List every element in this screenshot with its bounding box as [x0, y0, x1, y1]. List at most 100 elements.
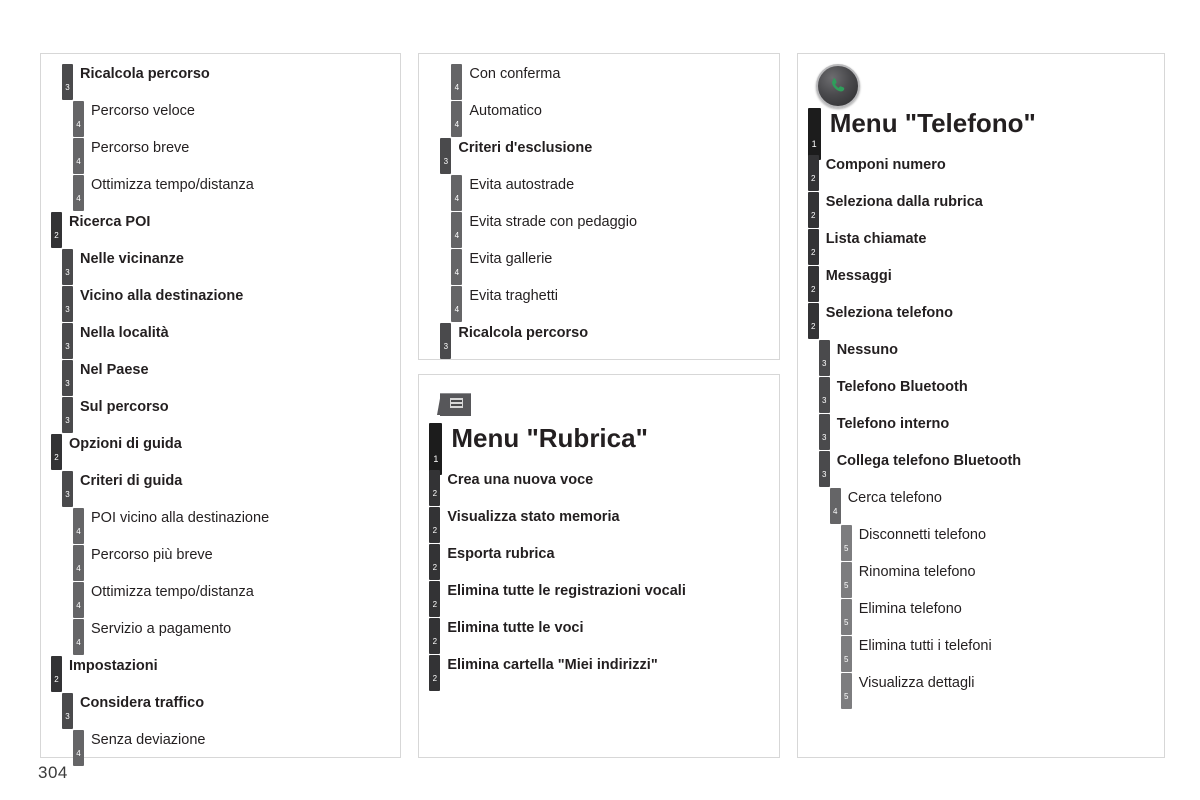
menu-entry-level-5[interactable]: 5 Elimina telefono [808, 599, 1156, 635]
menu-entry-label: Elimina tutti i telefoni [858, 638, 992, 654]
menu-entry-level-1[interactable]: 1 Menu "Rubrica" [429, 423, 770, 475]
column-middle: 4 Con conferma 4 Automatico 3 Criteri d'esclu… [418, 53, 780, 758]
menu-entry-level-5[interactable]: 5 Disconnetti telefono [808, 525, 1156, 561]
menu-entry-level-3[interactable]: 3 Nel Paese [51, 360, 392, 396]
level-marker: 5 [840, 673, 852, 709]
level-number: 2 [810, 211, 816, 220]
level-number: 5 [843, 655, 849, 664]
level-number: 2 [54, 675, 59, 684]
menu-entry-level-2[interactable]: 2 Visualizza stato memoria [429, 507, 770, 543]
menu-entry-level-4[interactable]: 4 Servizio a pagamento [51, 619, 392, 655]
menu-entry-level-2[interactable]: 2 Esporta rubrica [429, 544, 770, 580]
menu-entry-level-3[interactable]: 3 Ricalcola percorso [429, 323, 770, 359]
menu-entry-level-3[interactable]: 3 Nella località [51, 323, 392, 359]
menu-entry-level-3[interactable]: 3 Sul percorso [51, 397, 392, 433]
level-marker: 4 [73, 138, 84, 174]
menu-entry-level-2[interactable]: 2 Elimina tutte le registrazioni vocali [429, 581, 770, 617]
level-number: 5 [843, 581, 849, 590]
level-marker: 4 [451, 64, 463, 100]
level-number: 2 [54, 231, 59, 240]
level-number: 4 [454, 231, 460, 240]
menu-entry-level-4[interactable]: 4 Ottimizza tempo/distanza [51, 175, 392, 211]
level-number: 3 [65, 712, 70, 721]
level-number: 2 [432, 489, 438, 498]
level-number: 1 [811, 139, 817, 149]
menu-entry-label: Nel Paese [80, 362, 149, 378]
menu-entry-level-2[interactable]: 2 Seleziona telefono [807, 303, 1156, 339]
level-marker: 3 [62, 249, 73, 285]
menu-entry-level-5[interactable]: 5 Visualizza dettagli [808, 673, 1156, 709]
menu-entry-label: Opzioni di guida [69, 436, 182, 452]
level-marker: 4 [73, 508, 84, 544]
menu-entry-level-4[interactable]: 4 Percorso breve [51, 138, 392, 174]
menu-entry-level-4[interactable]: 4 Evita autostrade [429, 175, 770, 211]
level-marker: 2 [429, 618, 441, 654]
menu-entry-level-5[interactable]: 5 Rinomina telefono [808, 562, 1156, 598]
menu-entry-label: Percorso veloce [91, 103, 195, 119]
menu-entry-level-4[interactable]: 4 Cerca telefono [808, 488, 1156, 524]
menu-entry-level-3[interactable]: 3 Ricalcola percorso [51, 64, 392, 100]
panel-icon-row [808, 64, 1156, 108]
level-number: 4 [76, 194, 81, 203]
menu-entry-level-2[interactable]: 2 Lista chiamate [807, 229, 1156, 265]
menu-entry-level-2[interactable]: 2 Elimina tutte le voci [429, 618, 770, 654]
level-marker: 2 [51, 656, 62, 692]
level-marker: 3 [62, 471, 73, 507]
menu-entry-level-4[interactable]: 4 Evita gallerie [429, 249, 770, 285]
manual-page: 3 Ricalcola percorso 4 Percorso veloce 4 Perc… [0, 0, 1200, 800]
level-marker: 4 [451, 101, 463, 137]
level-number: 4 [76, 601, 81, 610]
menu-entry-level-2[interactable]: 2 Crea una nuova voce [429, 470, 770, 506]
level-marker: 2 [429, 655, 441, 691]
level-number: 4 [76, 638, 81, 647]
menu-entry-level-4[interactable]: 4 Percorso veloce [51, 101, 392, 137]
level-marker: 3 [818, 377, 830, 413]
menu-entry-level-2[interactable]: 2 Ricerca POI [51, 212, 392, 248]
panel-menu-rubrica: 1 Menu "Rubrica" 2 Crea una nuova voce 2 Visu… [418, 374, 780, 758]
menu-entry-level-4[interactable]: 4 Con conferma [429, 64, 770, 100]
menu-entry-label: Impostazioni [69, 658, 158, 674]
level-marker: 5 [840, 562, 852, 598]
level-marker: 4 [73, 730, 84, 766]
menu-entry-level-4[interactable]: 4 Evita traghetti [429, 286, 770, 322]
menu-entry-label: Collega telefono Bluetooth [836, 453, 1022, 469]
menu-entry-level-3[interactable]: 3 Criteri di guida [51, 471, 392, 507]
menu-entry-label: Evita strade con pedaggio [469, 214, 638, 230]
menu-entry-level-4[interactable]: 4 POI vicino alla destinazione [51, 508, 392, 544]
menu-entry-level-4[interactable]: 4 Automatico [429, 101, 770, 137]
level-number: 3 [821, 433, 827, 442]
level-marker: 4 [73, 101, 84, 137]
menu-entry-level-2[interactable]: 2 Impostazioni [51, 656, 392, 692]
level-marker: 4 [73, 545, 84, 581]
menu-entry-level-5[interactable]: 5 Elimina tutti i telefoni [808, 636, 1156, 672]
menu-entry-level-3[interactable]: 3 Vicino alla destinazione [51, 286, 392, 322]
menu-entry-level-3[interactable]: 3 Criteri d'esclusione [429, 138, 770, 174]
menu-entry-level-1[interactable]: 1 Menu "Telefono" [807, 108, 1156, 160]
menu-entry-level-2[interactable]: 2 Elimina cartella "Miei indirizzi" [429, 655, 770, 691]
level-number: 4 [454, 194, 460, 203]
menu-entry-level-4[interactable]: 4 Percorso più breve [51, 545, 392, 581]
menu-entry-level-4[interactable]: 4 Senza deviazione [51, 730, 392, 766]
menu-entry-label: Ottimizza tempo/distanza [91, 584, 254, 600]
menu-entry-level-2[interactable]: 2 Messaggi [807, 266, 1156, 302]
menu-entry-level-3[interactable]: 3 Nessuno [808, 340, 1156, 376]
menu-entry-level-3[interactable]: 3 Nelle vicinanze [51, 249, 392, 285]
menu-entry-label: Esporta rubrica [447, 546, 555, 562]
menu-entry-label: Elimina tutte le registrazioni vocali [447, 583, 686, 599]
menu-entry-level-4[interactable]: 4 Ottimizza tempo/distanza [51, 582, 392, 618]
menu-entry-level-3[interactable]: 3 Collega telefono Bluetooth [808, 451, 1156, 487]
menu-entry-level-3[interactable]: 3 Considera traffico [51, 693, 392, 729]
menu-entry-level-2[interactable]: 2 Componi numero [807, 155, 1156, 191]
menu-entry-level-3[interactable]: 3 Telefono Bluetooth [808, 377, 1156, 413]
menu-entry-label: Ricalcola percorso [80, 66, 210, 82]
menu-entry-level-2[interactable]: 2 Seleziona dalla rubrica [807, 192, 1156, 228]
menu-entry-level-3[interactable]: 3 Telefono interno [808, 414, 1156, 450]
level-marker: 2 [429, 507, 441, 543]
menu-entry-level-2[interactable]: 2 Opzioni di guida [51, 434, 392, 470]
level-number: 3 [821, 396, 827, 405]
level-number: 3 [443, 157, 449, 166]
menu-entry-label: Menu "Rubrica" [451, 423, 648, 453]
level-number: 4 [454, 268, 460, 277]
menu-entry-level-4[interactable]: 4 Evita strade con pedaggio [429, 212, 770, 248]
menu-entry-label: POI vicino alla destinazione [91, 510, 270, 526]
